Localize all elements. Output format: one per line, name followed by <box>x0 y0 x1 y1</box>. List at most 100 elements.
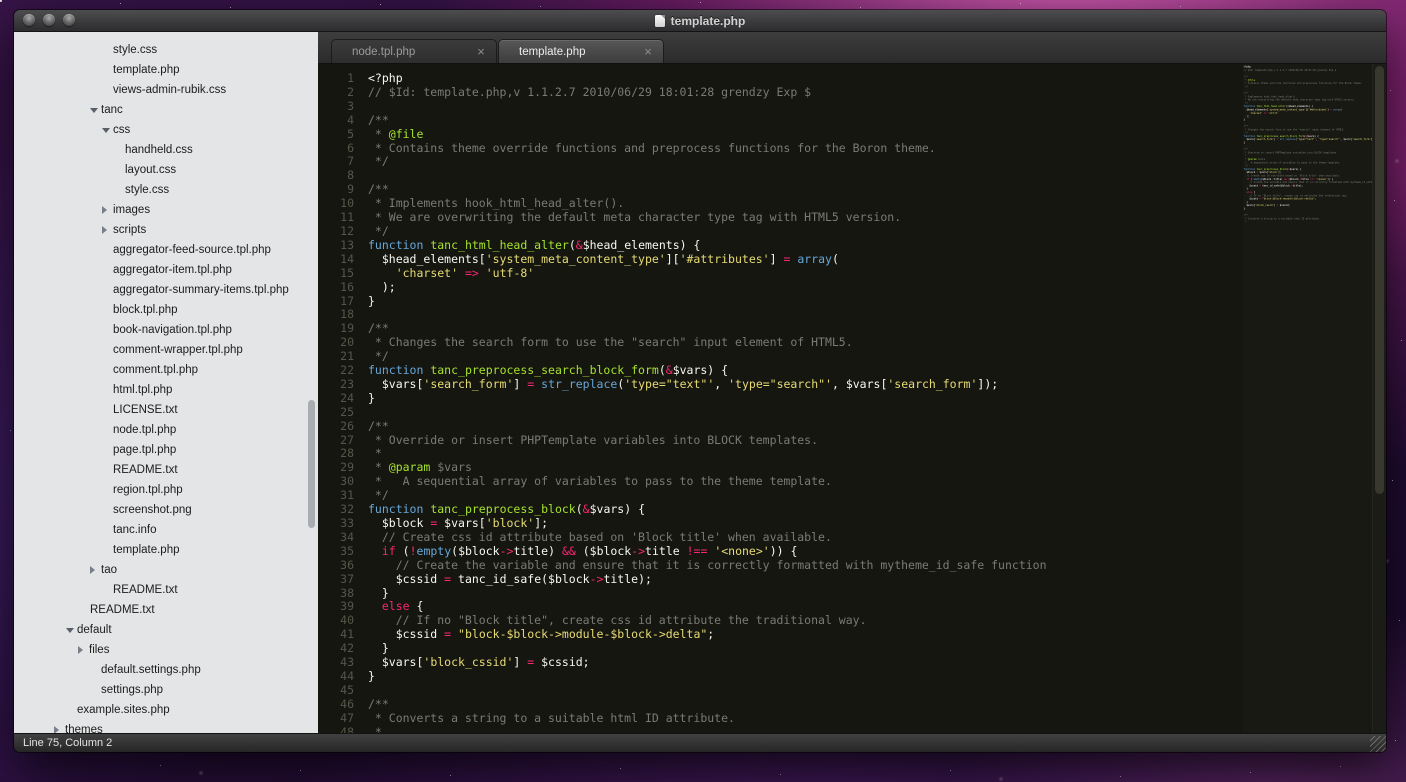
line-number[interactable]: 20 <box>318 336 360 350</box>
line-number[interactable]: 38 <box>318 587 360 601</box>
line-number[interactable]: 14 <box>318 253 360 267</box>
tree-folder[interactable]: default <box>14 620 318 640</box>
tree-file[interactable]: style.css <box>14 40 318 60</box>
line-number[interactable]: 44 <box>318 670 360 684</box>
tree-file[interactable]: tanc.info <box>14 520 318 540</box>
disclosure-open-icon[interactable] <box>102 128 113 133</box>
line-number[interactable]: 42 <box>318 642 360 656</box>
tree-file[interactable]: aggregator-feed-source.tpl.php <box>14 240 318 260</box>
tree-folder[interactable]: tao <box>14 560 318 580</box>
tree-file[interactable]: README.txt <box>14 580 318 600</box>
tab-close-icon[interactable]: × <box>641 45 655 58</box>
line-number[interactable]: 39 <box>318 600 360 614</box>
tree-file[interactable]: html.tpl.php <box>14 380 318 400</box>
line-number[interactable]: 4 <box>318 114 360 128</box>
line-number[interactable]: 6 <box>318 142 360 156</box>
tree-file[interactable]: views-admin-rubik.css <box>14 80 318 100</box>
tree-file[interactable]: README.txt <box>14 460 318 480</box>
line-number[interactable]: 7 <box>318 155 360 169</box>
line-number[interactable]: 22 <box>318 364 360 378</box>
line-number[interactable]: 26 <box>318 420 360 434</box>
sidebar-scrollbar-thumb[interactable] <box>308 400 315 528</box>
line-number[interactable]: 11 <box>318 211 360 225</box>
resize-grip[interactable] <box>1370 736 1386 752</box>
line-number[interactable]: 32 <box>318 503 360 517</box>
line-number[interactable]: 18 <box>318 308 360 322</box>
tree-file[interactable]: README.txt <box>14 600 318 620</box>
line-number[interactable]: 48 <box>318 726 360 733</box>
close-window-button[interactable] <box>23 14 35 26</box>
line-number[interactable]: 1 <box>318 72 360 86</box>
line-number[interactable]: 30 <box>318 475 360 489</box>
line-number[interactable]: 41 <box>318 628 360 642</box>
line-number[interactable]: 19 <box>318 322 360 336</box>
line-number[interactable]: 5 <box>318 128 360 142</box>
minimap[interactable]: <?php// $Id: template.php,v 1.1.2.7 2010… <box>1243 64 1373 733</box>
tree-file[interactable]: aggregator-summary-items.tpl.php <box>14 280 318 300</box>
titlebar[interactable]: template.php <box>14 10 1386 32</box>
line-number[interactable]: 12 <box>318 225 360 239</box>
vertical-scrollbar[interactable] <box>1372 64 1386 733</box>
vertical-scrollbar-thumb[interactable] <box>1375 66 1384 494</box>
tree-file[interactable]: node.tpl.php <box>14 420 318 440</box>
line-number[interactable]: 9 <box>318 183 360 197</box>
tree-folder[interactable]: tanc <box>14 100 318 120</box>
tree-file[interactable]: comment-wrapper.tpl.php <box>14 340 318 360</box>
tree-folder[interactable]: css <box>14 120 318 140</box>
disclosure-closed-icon[interactable] <box>102 206 113 214</box>
tree-file[interactable]: book-navigation.tpl.php <box>14 320 318 340</box>
line-number[interactable]: 37 <box>318 573 360 587</box>
tree-file[interactable]: default.settings.php <box>14 660 318 680</box>
tab-close-icon[interactable]: × <box>474 45 488 58</box>
tree-file[interactable]: region.tpl.php <box>14 480 318 500</box>
line-number[interactable]: 17 <box>318 295 360 309</box>
line-number[interactable]: 3 <box>318 100 360 114</box>
line-number[interactable]: 15 <box>318 267 360 281</box>
tree-file[interactable]: LICENSE.txt <box>14 400 318 420</box>
disclosure-closed-icon[interactable] <box>54 726 65 733</box>
line-number[interactable]: 31 <box>318 489 360 503</box>
line-number[interactable]: 45 <box>318 684 360 698</box>
line-number[interactable]: 33 <box>318 517 360 531</box>
line-number[interactable]: 47 <box>318 712 360 726</box>
zoom-window-button[interactable] <box>63 14 75 26</box>
line-number[interactable]: 35 <box>318 545 360 559</box>
line-number[interactable]: 36 <box>318 559 360 573</box>
line-number[interactable]: 23 <box>318 378 360 392</box>
disclosure-closed-icon[interactable] <box>78 646 89 654</box>
line-number[interactable]: 25 <box>318 406 360 420</box>
tree-file[interactable]: aggregator-item.tpl.php <box>14 260 318 280</box>
tree-file[interactable]: screenshot.png <box>14 500 318 520</box>
tree-folder[interactable]: themes <box>14 720 318 733</box>
line-number[interactable]: 24 <box>318 392 360 406</box>
line-number[interactable]: 40 <box>318 614 360 628</box>
tab-node.tpl.php[interactable]: node.tpl.php× <box>331 39 497 63</box>
line-number[interactable]: 46 <box>318 698 360 712</box>
line-number[interactable]: 27 <box>318 434 360 448</box>
tree-file[interactable]: layout.css <box>14 160 318 180</box>
disclosure-closed-icon[interactable] <box>102 226 113 234</box>
line-number[interactable]: 43 <box>318 656 360 670</box>
line-number[interactable]: 8 <box>318 169 360 183</box>
line-number[interactable]: 34 <box>318 531 360 545</box>
tree-file[interactable]: handheld.css <box>14 140 318 160</box>
code-area[interactable]: 1<?php2// $Id: template.php,v 1.1.2.7 20… <box>318 64 1386 733</box>
line-number[interactable]: 21 <box>318 350 360 364</box>
line-number[interactable]: 10 <box>318 197 360 211</box>
tree-file[interactable]: template.php <box>14 540 318 560</box>
tree-folder[interactable]: scripts <box>14 220 318 240</box>
tree-file[interactable]: page.tpl.php <box>14 440 318 460</box>
tree-file[interactable]: block.tpl.php <box>14 300 318 320</box>
tree-file[interactable]: style.css <box>14 180 318 200</box>
line-number[interactable]: 29 <box>318 461 360 475</box>
disclosure-closed-icon[interactable] <box>90 566 101 574</box>
line-number[interactable]: 28 <box>318 447 360 461</box>
line-number[interactable]: 16 <box>318 281 360 295</box>
line-number[interactable]: 13 <box>318 239 360 253</box>
line-number[interactable]: 2 <box>318 86 360 100</box>
tree-folder[interactable]: images <box>14 200 318 220</box>
tree-file[interactable]: example.sites.php <box>14 700 318 720</box>
disclosure-open-icon[interactable] <box>90 108 101 113</box>
minimize-window-button[interactable] <box>43 14 55 26</box>
tab-template.php[interactable]: template.php× <box>498 39 664 63</box>
